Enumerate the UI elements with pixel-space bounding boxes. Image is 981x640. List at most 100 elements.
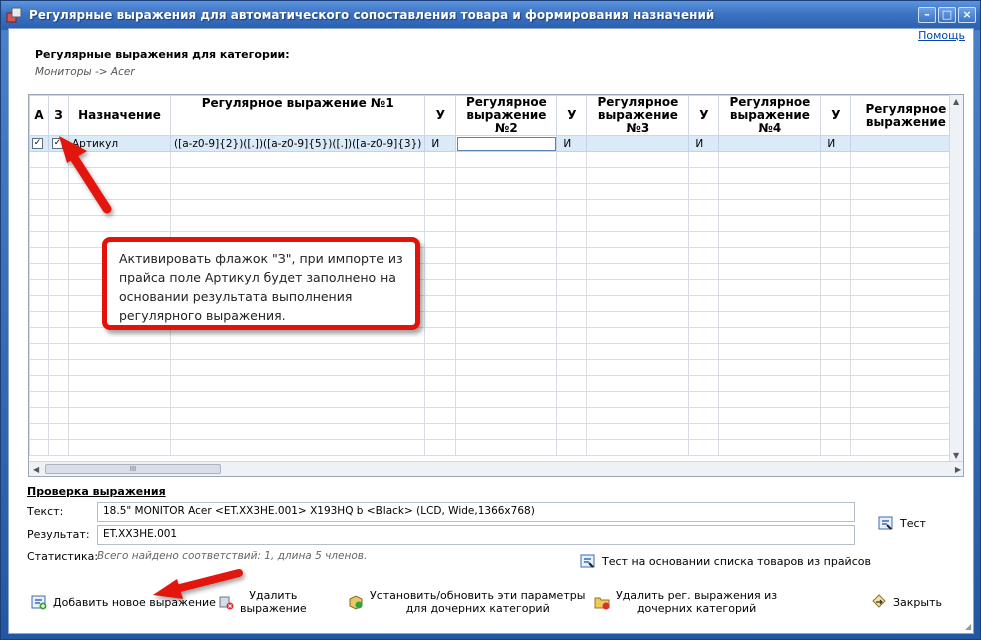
empty-cell[interactable] xyxy=(455,375,558,392)
empty-cell[interactable] xyxy=(556,151,588,168)
resize-grip[interactable]: ◢ xyxy=(965,622,975,632)
empty-cell[interactable] xyxy=(556,375,588,392)
table-row-empty[interactable] xyxy=(29,391,962,408)
empty-cell[interactable] xyxy=(556,343,588,360)
empty-cell[interactable] xyxy=(68,375,171,392)
empty-cell[interactable] xyxy=(718,247,822,264)
empty-cell[interactable] xyxy=(169,151,426,168)
col-header-z[interactable]: З xyxy=(48,95,69,136)
scroll-up-icon[interactable]: ▲ xyxy=(953,97,959,106)
close-button[interactable]: Закрыть xyxy=(871,594,942,610)
empty-cell[interactable] xyxy=(29,311,49,328)
empty-cell[interactable] xyxy=(718,439,822,456)
empty-cell[interactable] xyxy=(424,167,457,184)
empty-cell[interactable] xyxy=(586,231,690,248)
empty-cell[interactable] xyxy=(718,391,822,408)
col-header-regex1[interactable]: Регулярное выражение №1 xyxy=(169,95,426,136)
empty-cell[interactable] xyxy=(586,375,690,392)
minimize-icon[interactable]: – xyxy=(918,7,936,23)
empty-cell[interactable] xyxy=(68,151,171,168)
table-row[interactable]: ✓ ✓ Артикул ([a-z0-9]{2})([.])([a-z0-9]{… xyxy=(29,135,962,152)
empty-cell[interactable] xyxy=(169,439,426,456)
col-header-a[interactable]: А xyxy=(29,95,49,136)
col-header-u4[interactable]: У xyxy=(820,95,852,136)
empty-cell[interactable] xyxy=(455,167,558,184)
test-text-field[interactable]: 18.5" MONITOR Acer <ET.XX3HE.001> X193HQ… xyxy=(97,502,855,522)
empty-cell[interactable] xyxy=(48,279,69,296)
table-row-empty[interactable] xyxy=(29,359,962,376)
target-cell[interactable]: Артикул xyxy=(68,135,171,152)
empty-cell[interactable] xyxy=(29,263,49,280)
table-row-empty[interactable] xyxy=(29,167,962,184)
empty-cell[interactable] xyxy=(556,247,588,264)
empty-cell[interactable] xyxy=(586,359,690,376)
empty-cell[interactable] xyxy=(455,359,558,376)
empty-cell[interactable] xyxy=(718,423,822,440)
empty-cell[interactable] xyxy=(556,359,588,376)
empty-cell[interactable] xyxy=(586,423,690,440)
empty-cell[interactable] xyxy=(586,439,690,456)
empty-cell[interactable] xyxy=(29,391,49,408)
col-header-regex5[interactable]: Регулярное выражение xyxy=(850,95,962,136)
empty-cell[interactable] xyxy=(29,327,49,344)
empty-cell[interactable] xyxy=(48,199,69,216)
empty-cell[interactable] xyxy=(68,199,171,216)
empty-cell[interactable] xyxy=(455,247,558,264)
empty-cell[interactable] xyxy=(48,359,69,376)
empty-cell[interactable] xyxy=(169,359,426,376)
empty-cell[interactable] xyxy=(29,439,49,456)
empty-cell[interactable] xyxy=(48,311,69,328)
regex4-cell[interactable] xyxy=(718,135,822,152)
empty-cell[interactable] xyxy=(820,247,852,264)
empty-cell[interactable] xyxy=(556,439,588,456)
empty-cell[interactable] xyxy=(850,439,962,456)
empty-cell[interactable] xyxy=(718,375,822,392)
empty-cell[interactable] xyxy=(718,263,822,280)
table-row-empty[interactable] xyxy=(29,151,962,168)
empty-cell[interactable] xyxy=(688,215,720,232)
empty-cell[interactable] xyxy=(48,151,69,168)
empty-cell[interactable] xyxy=(556,295,588,312)
empty-cell[interactable] xyxy=(850,407,962,424)
empty-cell[interactable] xyxy=(169,407,426,424)
col-header-regex3[interactable]: Регулярное выражение №3 xyxy=(586,95,690,136)
empty-cell[interactable] xyxy=(169,423,426,440)
empty-cell[interactable] xyxy=(850,295,962,312)
empty-cell[interactable] xyxy=(556,167,588,184)
u2-cell[interactable]: И xyxy=(556,135,588,152)
remove-from-children-button[interactable]: Удалить рег. выражения из дочерних катего… xyxy=(594,589,777,615)
empty-cell[interactable] xyxy=(424,183,457,200)
empty-cell[interactable] xyxy=(68,423,171,440)
empty-cell[interactable] xyxy=(455,439,558,456)
empty-cell[interactable] xyxy=(68,391,171,408)
empty-cell[interactable] xyxy=(850,327,962,344)
empty-cell[interactable] xyxy=(68,359,171,376)
empty-cell[interactable] xyxy=(850,151,962,168)
empty-cell[interactable] xyxy=(424,231,457,248)
empty-cell[interactable] xyxy=(820,167,852,184)
empty-cell[interactable] xyxy=(455,215,558,232)
u3-cell[interactable]: И xyxy=(688,135,720,152)
empty-cell[interactable] xyxy=(169,391,426,408)
empty-cell[interactable] xyxy=(556,215,588,232)
empty-cell[interactable] xyxy=(48,247,69,264)
empty-cell[interactable] xyxy=(850,375,962,392)
empty-cell[interactable] xyxy=(586,199,690,216)
empty-cell[interactable] xyxy=(820,375,852,392)
vertical-scrollbar[interactable]: ▲ ▼ xyxy=(949,95,963,462)
table-row-empty[interactable] xyxy=(29,183,962,200)
empty-cell[interactable] xyxy=(688,439,720,456)
empty-cell[interactable] xyxy=(718,231,822,248)
empty-cell[interactable] xyxy=(455,199,558,216)
empty-cell[interactable] xyxy=(48,295,69,312)
empty-cell[interactable] xyxy=(688,295,720,312)
empty-cell[interactable] xyxy=(48,263,69,280)
empty-cell[interactable] xyxy=(820,327,852,344)
empty-cell[interactable] xyxy=(586,295,690,312)
empty-cell[interactable] xyxy=(820,423,852,440)
col-header-u1[interactable]: У xyxy=(424,95,457,136)
empty-cell[interactable] xyxy=(29,215,49,232)
empty-cell[interactable] xyxy=(424,263,457,280)
test-button[interactable]: Тест xyxy=(878,515,926,531)
apply-to-children-button[interactable]: Установить/обновить эти параметры для доч… xyxy=(348,589,585,615)
